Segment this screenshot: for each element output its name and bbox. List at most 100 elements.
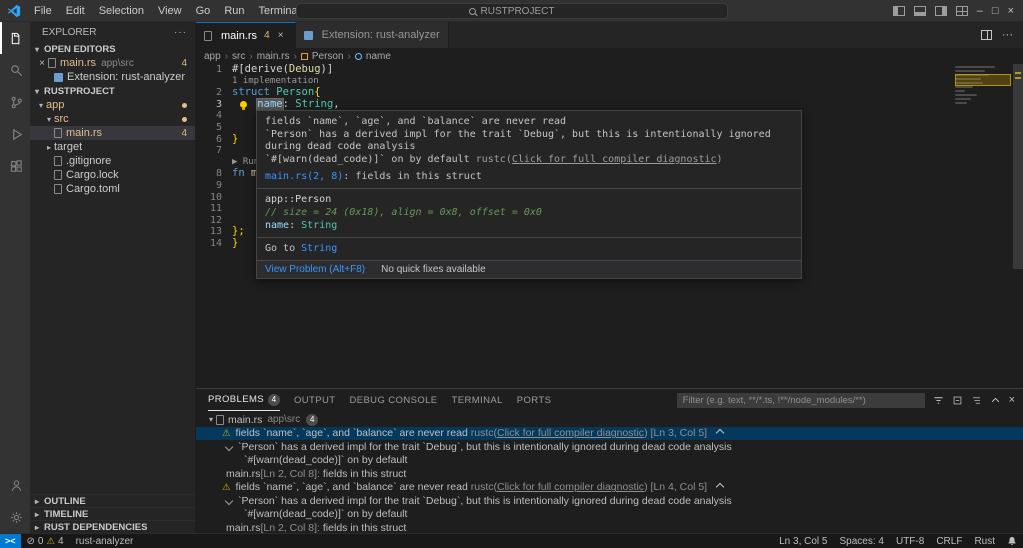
tree-item-cargolock[interactable]: Cargo.lock bbox=[30, 168, 195, 182]
notifications-bell-icon[interactable] bbox=[1001, 534, 1023, 548]
command-center-text: RUSTPROJECT bbox=[481, 6, 555, 17]
editor-scrollbar[interactable] bbox=[1013, 64, 1023, 269]
toggle-primary-sidebar-icon[interactable] bbox=[893, 6, 905, 16]
timeline-section[interactable]: ▸ TIMELINE bbox=[30, 507, 195, 520]
problems-filter-input[interactable] bbox=[677, 393, 925, 408]
explorer-sidebar: EXPLORER ··· ▾ OPEN EDITORS × main.rs ap… bbox=[30, 22, 196, 533]
line-number: 11 bbox=[196, 203, 232, 215]
remote-icon: >< bbox=[5, 536, 16, 546]
tree-item-gitignore[interactable]: .gitignore bbox=[30, 154, 195, 168]
tab-mainrs[interactable]: main.rs 4 × bbox=[196, 22, 296, 48]
maximize-panel-icon[interactable] bbox=[990, 395, 1001, 406]
problem-detail-row[interactable]: `Person` has a derived impl for the trai… bbox=[196, 440, 1023, 454]
compiler-diagnostic-link[interactable]: Click for full compiler diagnostic bbox=[512, 154, 717, 165]
source-control-activity-icon[interactable] bbox=[0, 86, 30, 118]
problem-row[interactable]: ⚠ fields `name`, `age`, and `balance` ar… bbox=[196, 427, 1023, 441]
line-number: 12 bbox=[196, 215, 232, 227]
breadcrumb-app[interactable]: app bbox=[204, 51, 221, 62]
code-editor[interactable]: 1#[derive(Debug)] 1 implementation 2stru… bbox=[196, 64, 1023, 388]
encoding-setting[interactable]: UTF-8 bbox=[890, 534, 930, 548]
breadcrumb-symbol-person[interactable]: Person bbox=[312, 51, 344, 62]
indentation-setting[interactable]: Spaces: 4 bbox=[833, 534, 889, 548]
window-minimize-icon[interactable]: – bbox=[977, 5, 983, 17]
problem-related-row[interactable]: main.rs [Ln 2, Col 8]: fields in this st… bbox=[196, 521, 1023, 533]
explorer-activity-icon[interactable] bbox=[0, 22, 30, 54]
goto-string-link[interactable]: String bbox=[301, 243, 337, 254]
collapse-all-icon[interactable] bbox=[952, 395, 963, 406]
split-editor-icon[interactable] bbox=[981, 30, 992, 40]
settings-gear-icon[interactable] bbox=[0, 501, 30, 533]
minimap[interactable] bbox=[955, 66, 1011, 106]
view-problem-link[interactable]: View Problem (Alt+F8) bbox=[265, 264, 365, 275]
workspace-header[interactable]: ▾ RUSTPROJECT bbox=[30, 84, 195, 98]
collapse-related-icon[interactable] bbox=[716, 429, 724, 437]
errors-icon: ⊘ bbox=[27, 536, 35, 547]
editor-more-actions-icon[interactable]: ··· bbox=[1002, 29, 1013, 41]
toggle-panel-icon[interactable] bbox=[914, 6, 926, 16]
language-mode[interactable]: Rust bbox=[968, 534, 1001, 548]
view-as-tree-icon[interactable] bbox=[971, 395, 982, 406]
menu-edit[interactable]: Edit bbox=[59, 0, 92, 21]
panel-tab-problems[interactable]: PROBLEMS4 bbox=[208, 389, 280, 411]
tree-item-cargotoml[interactable]: Cargo.toml bbox=[30, 182, 195, 196]
breadcrumb-file[interactable]: main.rs bbox=[257, 51, 290, 62]
tree-item-mainrs[interactable]: main.rs 4 bbox=[30, 126, 195, 140]
customize-layout-icon[interactable] bbox=[956, 6, 968, 16]
tree-item-app[interactable]: ▾ app bbox=[30, 98, 195, 112]
explorer-more-actions-icon[interactable]: ··· bbox=[174, 27, 187, 38]
problem-row[interactable]: ⚠ fields `name`, `age`, and `balance` ar… bbox=[196, 481, 1023, 495]
problem-file-group[interactable]: ▾ main.rs app\src 4 bbox=[196, 413, 1023, 427]
problems-status[interactable]: ⊘ 0 ⚠ 4 bbox=[21, 534, 70, 548]
problem-detail-row[interactable]: `#[warn(dead_code)]` on by default bbox=[196, 454, 1023, 468]
account-icon[interactable] bbox=[0, 469, 30, 501]
window-maximize-icon[interactable]: □ bbox=[992, 5, 999, 17]
rust-analyzer-status[interactable]: rust-analyzer bbox=[70, 534, 140, 548]
panel-tab-terminal[interactable]: TERMINAL bbox=[452, 389, 503, 411]
breadcrumb-symbol-name[interactable]: name bbox=[366, 51, 391, 62]
tab-extension-rust-analyzer[interactable]: Extension: rust-analyzer bbox=[296, 22, 449, 48]
hovered-symbol[interactable]: name bbox=[257, 99, 282, 111]
open-editors-header[interactable]: ▾ OPEN EDITORS bbox=[30, 42, 195, 56]
related-location-link[interactable]: main.rs(2, 8) bbox=[265, 171, 343, 182]
search-activity-icon[interactable] bbox=[0, 54, 30, 86]
collapse-related-icon[interactable] bbox=[716, 483, 724, 491]
rust-dependencies-section[interactable]: ▸ RUST DEPENDENCIES bbox=[30, 520, 195, 533]
open-editor-item[interactable]: Extension: rust-analyzer bbox=[30, 70, 195, 84]
breadcrumb-src[interactable]: src bbox=[232, 51, 245, 62]
close-icon[interactable]: × bbox=[275, 30, 287, 41]
window-close-icon[interactable]: × bbox=[1008, 5, 1014, 17]
tree-item-target[interactable]: ▸ target bbox=[30, 140, 195, 154]
open-editor-item[interactable]: × main.rs app\src 4 bbox=[30, 56, 195, 70]
menu-view[interactable]: View bbox=[151, 0, 189, 21]
lightbulb-icon[interactable] bbox=[240, 101, 247, 108]
outline-section[interactable]: ▸ OUTLINE bbox=[30, 494, 195, 507]
hover-diagnostic-message: fields `name`, `age`, and `balance` are … bbox=[265, 116, 793, 128]
panel-tab-output[interactable]: OUTPUT bbox=[294, 389, 335, 411]
remote-indicator[interactable]: >< bbox=[0, 534, 21, 548]
filter-icon[interactable] bbox=[933, 395, 944, 406]
menu-run[interactable]: Run bbox=[217, 0, 251, 21]
problem-detail-row[interactable]: `#[warn(dead_code)]` on by default bbox=[196, 508, 1023, 522]
close-panel-icon[interactable]: × bbox=[1009, 394, 1015, 406]
toggle-secondary-sidebar-icon[interactable] bbox=[935, 6, 947, 16]
problem-detail-row[interactable]: `Person` has a derived impl for the trai… bbox=[196, 494, 1023, 508]
tree-item-src[interactable]: ▾ src bbox=[30, 112, 195, 126]
panel-tab-debug-console[interactable]: DEBUG CONSOLE bbox=[349, 389, 437, 411]
line-number: 1 bbox=[196, 64, 232, 76]
panel-tab-ports[interactable]: PORTS bbox=[517, 389, 552, 411]
menu-file[interactable]: File bbox=[27, 0, 59, 21]
line-number: 8 bbox=[196, 168, 232, 180]
extensions-activity-icon[interactable] bbox=[0, 150, 30, 182]
file-problems-badge: 4 bbox=[306, 414, 318, 426]
warning-icon: ⚠ bbox=[222, 428, 231, 439]
compiler-diagnostic-link[interactable]: Click for full compiler diagnostic bbox=[497, 481, 644, 493]
menu-selection[interactable]: Selection bbox=[92, 0, 151, 21]
menu-go[interactable]: Go bbox=[189, 0, 218, 21]
compiler-diagnostic-link[interactable]: Click for full compiler diagnostic bbox=[497, 427, 644, 439]
cursor-position[interactable]: Ln 3, Col 5 bbox=[773, 534, 833, 548]
close-icon[interactable]: × bbox=[36, 58, 48, 69]
problem-related-row[interactable]: main.rs [Ln 2, Col 8]: fields in this st… bbox=[196, 467, 1023, 481]
eol-setting[interactable]: CRLF bbox=[930, 534, 968, 548]
run-debug-activity-icon[interactable] bbox=[0, 118, 30, 150]
command-center-search[interactable]: RUSTPROJECT bbox=[296, 3, 728, 19]
